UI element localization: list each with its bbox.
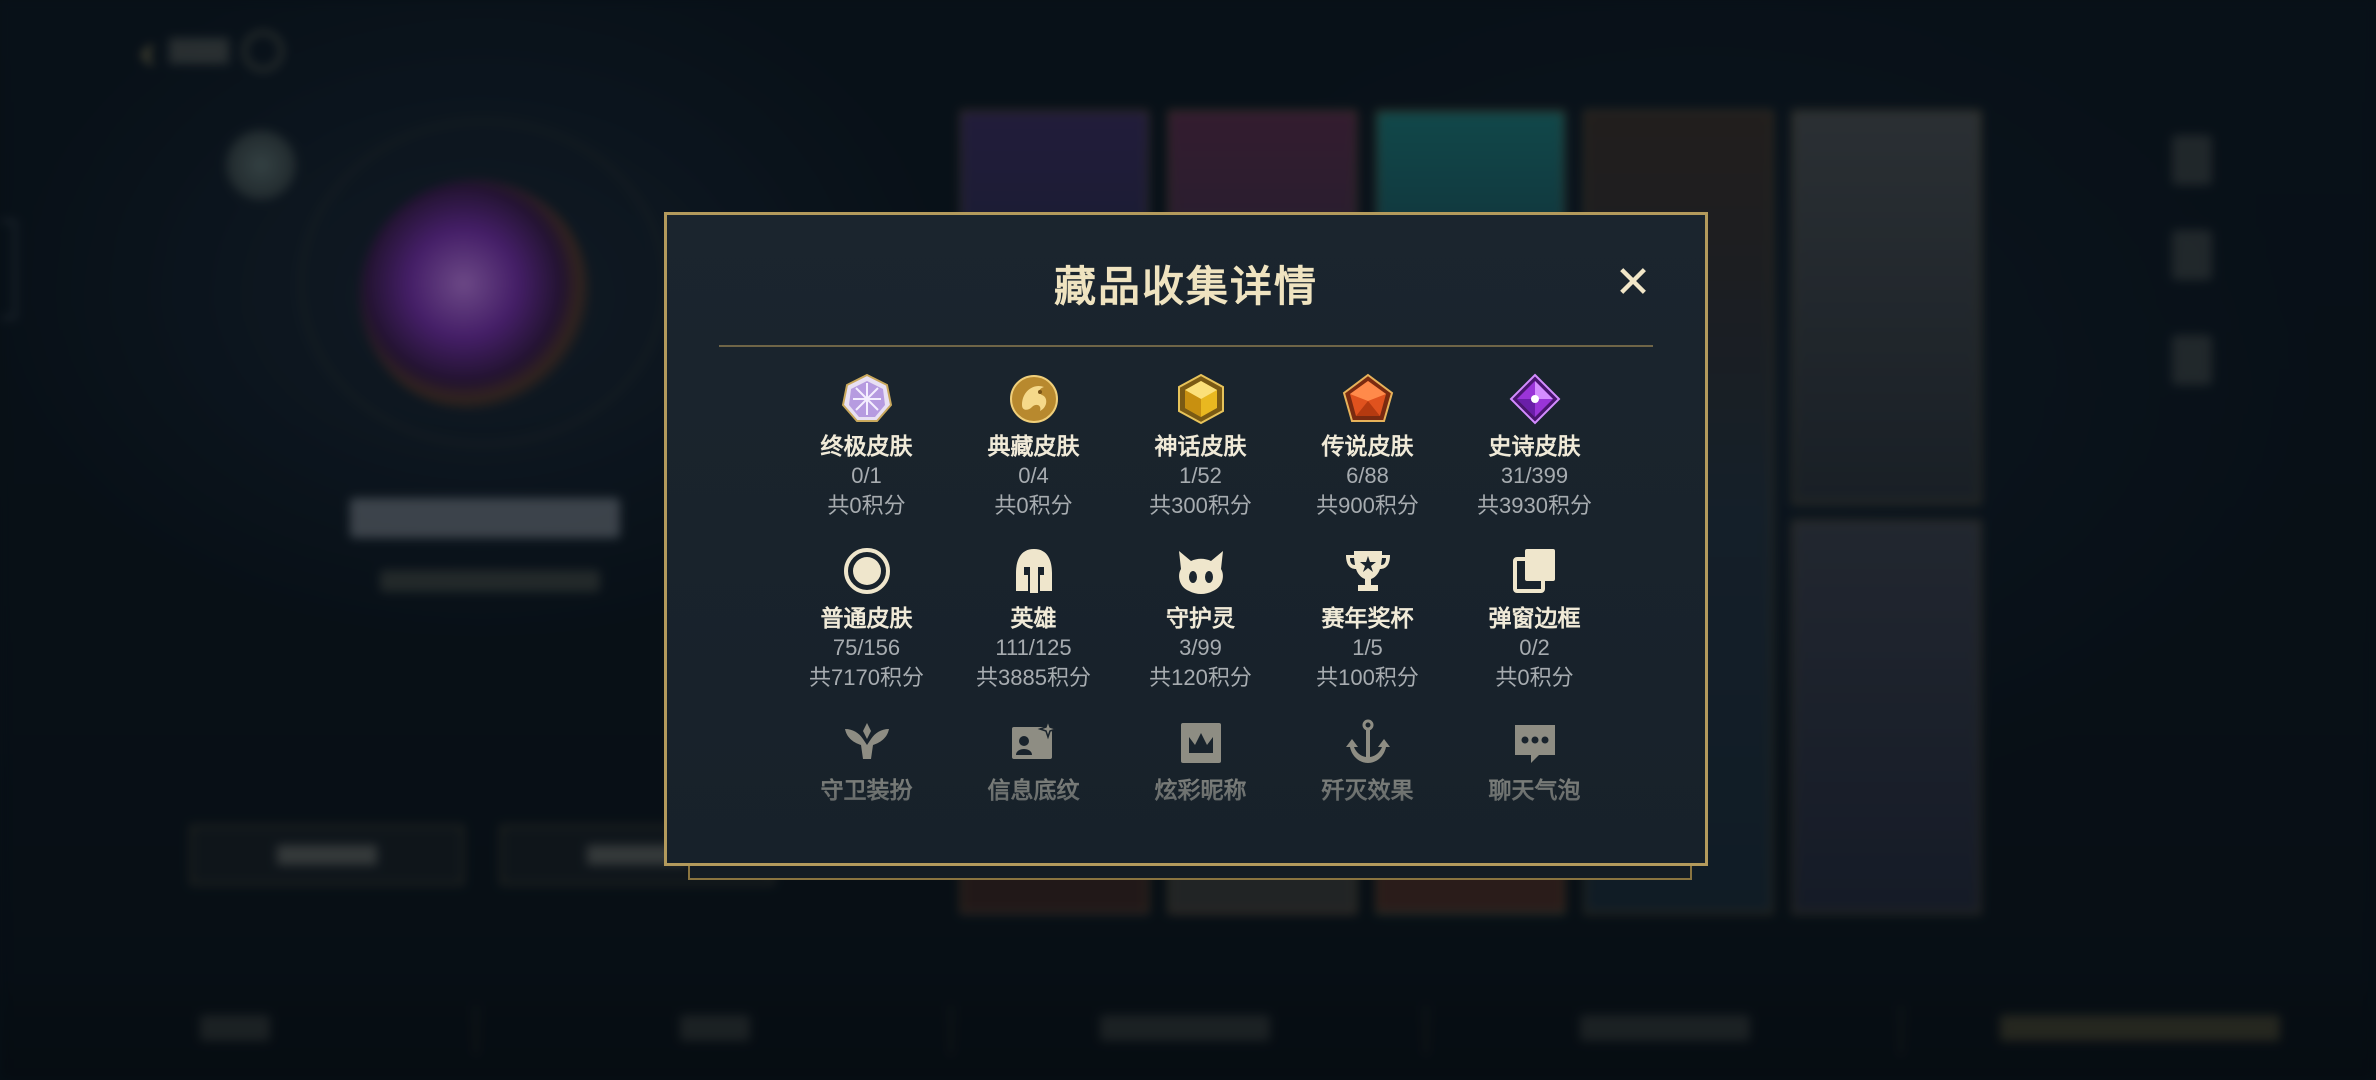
- category-name: 守护灵: [1166, 605, 1235, 631]
- category-points: 共0积分: [994, 493, 1073, 518]
- category-item-legendary-skins[interactable]: 传说皮肤 6/88 共900积分: [1284, 373, 1451, 521]
- category-item-colorful-nicknames[interactable]: 炫彩昵称: [1117, 717, 1284, 805]
- category-count: 75/156: [832, 635, 901, 660]
- category-item-popup-frames[interactable]: 弹窗边框 0/2 共0积分: [1451, 545, 1618, 693]
- collection-details-modal: 藏品收集详情 ✕ 终极皮肤 0/1 共0积分 典藏皮肤 0/4 共0积分 神话皮…: [664, 212, 1708, 866]
- category-name: 史诗皮肤: [1488, 433, 1581, 459]
- category-item-normal-skins[interactable]: 普通皮肤 75/156 共7170积分: [783, 545, 950, 693]
- category-count: 1/52: [1179, 463, 1222, 488]
- category-name: 守卫装扮: [820, 777, 913, 803]
- category-name: 普通皮肤: [820, 605, 913, 631]
- category-points: 共3930积分: [1477, 493, 1592, 518]
- category-count: 0/1: [851, 463, 882, 488]
- category-points: 共0积分: [1495, 665, 1574, 690]
- close-button[interactable]: ✕: [1613, 261, 1653, 305]
- chat-bubble-icon: [1514, 725, 1555, 763]
- ward-icon: [844, 723, 889, 759]
- category-name: 弹窗边框: [1488, 605, 1581, 631]
- category-item-chat-bubbles[interactable]: 聊天气泡: [1451, 717, 1618, 805]
- category-count: 1/5: [1352, 635, 1383, 660]
- category-name: 信息底纹: [987, 777, 1080, 803]
- category-name: 炫彩昵称: [1154, 777, 1247, 803]
- epic-gem-icon: [1509, 373, 1560, 425]
- legendary-gem-icon: [1342, 373, 1393, 422]
- ring-icon: [843, 548, 890, 594]
- category-item-profile-banners[interactable]: 信息底纹: [950, 717, 1117, 805]
- ultimate-gem-icon: [841, 373, 892, 422]
- anchor-icon: [1345, 719, 1390, 763]
- frames-icon: [1512, 549, 1555, 593]
- dragon-coin-icon: [1009, 375, 1058, 423]
- category-points: 共0积分: [827, 493, 906, 518]
- category-item-mythic-skins[interactable]: 神话皮肤 1/52 共300积分: [1117, 373, 1284, 521]
- category-points: 共100积分: [1316, 665, 1419, 690]
- category-points: 共300积分: [1149, 493, 1252, 518]
- companion-icon: [1178, 551, 1223, 594]
- category-name: 聊天气泡: [1488, 777, 1581, 803]
- crown-card-icon: [1180, 723, 1221, 763]
- helmet-icon: [1015, 549, 1052, 593]
- category-count: 111/125: [995, 635, 1072, 660]
- category-points: 共3885积分: [976, 665, 1091, 690]
- category-item-epic-skins[interactable]: 史诗皮肤 31/399 共3930积分: [1451, 373, 1618, 521]
- category-name: 神话皮肤: [1154, 433, 1247, 459]
- category-count: 31/399: [1500, 463, 1569, 488]
- category-item-collector-skins[interactable]: 典藏皮肤 0/4 共0积分: [950, 373, 1117, 521]
- category-name: 终极皮肤: [820, 433, 913, 459]
- category-name: 典藏皮肤: [987, 433, 1080, 459]
- trophy-icon: [1345, 551, 1390, 591]
- modal-title: 藏品收集详情: [1053, 263, 1318, 310]
- category-item-heroes[interactable]: 英雄 111/125 共3885积分: [950, 545, 1117, 693]
- category-points: 共900积分: [1316, 493, 1419, 518]
- category-item-ward-skins[interactable]: 守卫装扮: [783, 717, 950, 805]
- category-points: 共120积分: [1149, 665, 1252, 690]
- category-name: 英雄: [1010, 605, 1057, 631]
- profile-banner-icon: [1011, 718, 1058, 759]
- category-count: 6/88: [1346, 463, 1389, 488]
- category-item-elimination-effects[interactable]: 歼灭效果: [1284, 717, 1451, 805]
- category-item-season-trophies[interactable]: 赛年奖杯 1/5 共100积分: [1284, 545, 1451, 693]
- category-name: 歼灭效果: [1321, 777, 1414, 803]
- category-points: 共7170积分: [809, 665, 924, 690]
- category-count: 0/2: [1519, 635, 1550, 660]
- category-name: 传说皮肤: [1321, 433, 1414, 459]
- title-divider: [719, 345, 1653, 347]
- category-count: 3/99: [1179, 635, 1222, 660]
- category-name: 赛年奖杯: [1321, 605, 1414, 631]
- category-count: 0/4: [1018, 463, 1049, 488]
- category-item-little-legends[interactable]: 守护灵 3/99 共120积分: [1117, 545, 1284, 693]
- mythic-gem-icon: [1177, 373, 1224, 425]
- category-item-ultimate-skins[interactable]: 终极皮肤 0/1 共0积分: [783, 373, 950, 521]
